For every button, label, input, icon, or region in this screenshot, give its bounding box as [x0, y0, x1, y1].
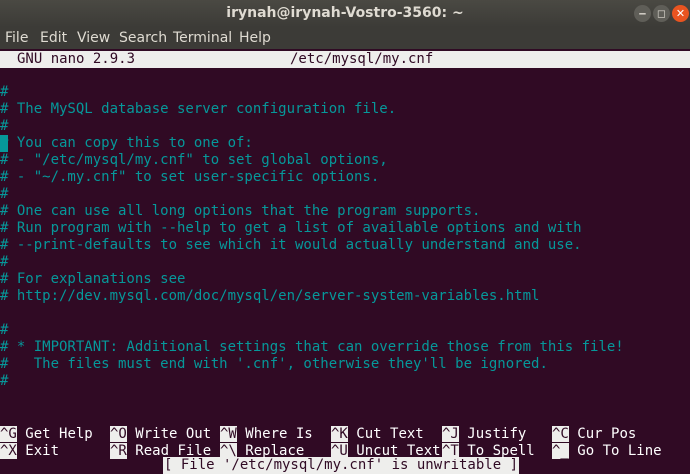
file-line: # — [0, 186, 9, 202]
shortcut-label: Where Is — [245, 426, 313, 442]
shortcut-replace[interactable]: ^\ Replace — [220, 443, 304, 460]
file-line: # — [0, 373, 9, 389]
shortcut-label: Uncut Text — [356, 443, 441, 459]
minimize-icon[interactable]: ‒ — [634, 5, 651, 22]
file-line: # The files must end with '.cnf', otherw… — [0, 356, 548, 372]
nano-filename: /etc/mysql/my.cnf — [290, 51, 434, 67]
shortcut-key: ^T — [442, 443, 459, 459]
shortcut-cut-text[interactable]: ^K Cut Text — [331, 426, 424, 443]
maximize-icon[interactable]: ◻ — [653, 5, 670, 22]
file-line: # You can copy this to one of: — [0, 135, 253, 151]
shortcut-go-to-line[interactable]: ^_ Go To Line — [552, 443, 662, 460]
shortcut-key: ^C — [552, 426, 569, 442]
shortcut-label: Write Out — [135, 426, 212, 442]
shortcut-key: ^X — [0, 443, 17, 459]
shortcut-label: To Spell — [467, 443, 535, 459]
menu-edit[interactable]: Edit — [40, 30, 67, 46]
menu-file[interactable]: File — [5, 30, 28, 46]
shortcut-key: ^U — [331, 443, 348, 459]
shortcut-label: Justify — [467, 426, 527, 442]
file-line: # - "/etc/mysql/my.cnf" to set global op… — [0, 152, 388, 168]
shortcut-key: ^R — [110, 443, 127, 459]
shortcut-get-help[interactable]: ^G Get Help — [0, 426, 93, 443]
file-line: # — [0, 118, 9, 134]
window-title: irynah@irynah-Vostro-3560: ~ — [226, 5, 464, 21]
shortcut-label: Cur Pos — [577, 426, 637, 442]
menu-terminal[interactable]: Terminal — [173, 30, 232, 46]
terminal-area[interactable]: GNU nano 2.9.3 /etc/mysql/my.cnf # # The… — [0, 49, 690, 474]
shortcut-justify[interactable]: ^J Justify — [442, 426, 526, 443]
file-line: # The MySQL database server configuratio… — [0, 101, 397, 117]
file-line: # — [0, 254, 9, 270]
shortcut-read-file[interactable]: ^R Read File — [110, 443, 211, 460]
file-line: # * IMPORTANT: Additional settings that … — [0, 339, 624, 355]
shortcut-label: Get Help — [25, 426, 93, 442]
menu-bar: File Edit View Search Terminal Help — [0, 27, 690, 49]
close-icon[interactable]: ✕ — [672, 5, 689, 22]
terminal-window: irynah@irynah-Vostro-3560: ~ ‒ ◻ ✕ File … — [0, 0, 690, 474]
shortcut-where-is[interactable]: ^W Where Is — [220, 426, 313, 443]
file-line: # — [0, 322, 9, 338]
shortcut-key: ^W — [220, 426, 237, 442]
shortcut-key: ^\ — [220, 443, 237, 459]
title-bar[interactable]: irynah@irynah-Vostro-3560: ~ ‒ ◻ ✕ — [0, 0, 690, 27]
shortcut-uncut-text[interactable]: ^U Uncut Text — [331, 443, 441, 460]
file-line: # --print-defaults to see which it would… — [0, 237, 582, 253]
shortcut-key: ^K — [331, 426, 348, 442]
shortcut-label: Replace — [245, 443, 305, 459]
menu-help[interactable]: Help — [239, 30, 271, 46]
shortcut-label: Exit — [25, 443, 60, 459]
file-line: # — [0, 84, 9, 100]
shortcut-to-spell[interactable]: ^T To Spell — [442, 443, 535, 460]
shortcut-key: ^_ — [552, 443, 569, 459]
file-line: # - "~/.my.cnf" to set user-specific opt… — [0, 169, 380, 185]
file-line: # Run program with --help to get a list … — [0, 220, 582, 236]
shortcut-label: Read File — [135, 443, 212, 459]
file-line: # One can use all long options that the … — [0, 203, 481, 219]
shortcut-label: Go To Line — [577, 443, 662, 459]
file-line: # http://dev.mysql.com/doc/mysql/en/serv… — [0, 288, 540, 304]
shortcut-exit[interactable]: ^X Exit — [0, 443, 59, 460]
shortcut-key: ^J — [442, 426, 459, 442]
shortcut-key: ^O — [110, 426, 127, 442]
nano-version: GNU nano 2.9.3 — [17, 51, 136, 67]
shortcut-cur-pos[interactable]: ^C Cur Pos — [552, 426, 636, 443]
file-line: # For explanations see — [0, 271, 186, 287]
shortcut-label: Cut Text — [356, 426, 424, 442]
menu-view[interactable]: View — [77, 30, 110, 46]
shortcut-key: ^G — [0, 426, 17, 442]
shortcut-write-out[interactable]: ^O Write Out — [110, 426, 211, 443]
menu-search[interactable]: Search — [119, 30, 167, 46]
